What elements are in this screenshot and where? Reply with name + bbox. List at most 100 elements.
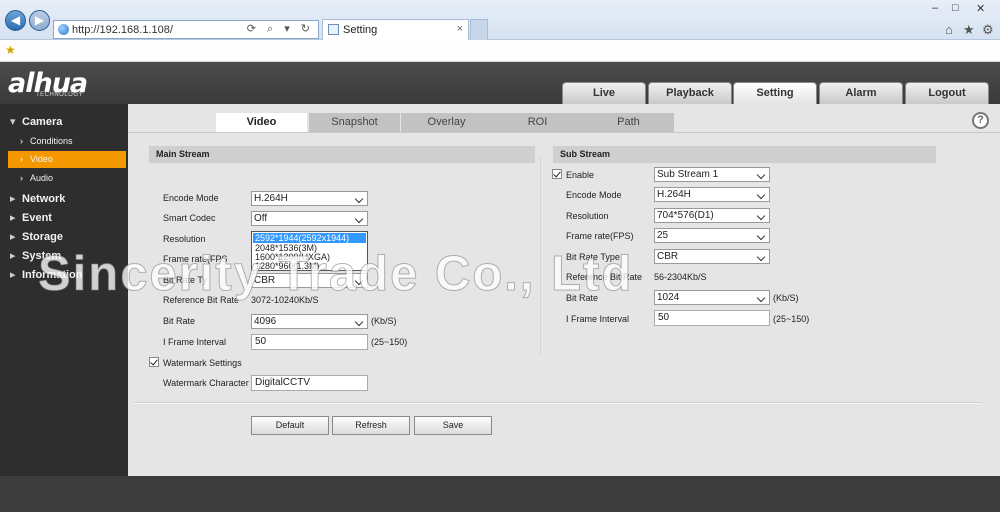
expand-icon: ▸ — [10, 250, 16, 262]
app-header: alhua TECHNOLOGY Live Playback Setting A… — [0, 62, 1000, 104]
bit-rate-select[interactable]: 4096 — [251, 314, 368, 329]
smart-codec-select[interactable]: Off — [251, 211, 368, 226]
enable-checkbox[interactable] — [552, 169, 562, 179]
chevron-down-icon — [355, 315, 365, 328]
globe-icon — [58, 24, 69, 35]
chevron-right-icon: › — [20, 136, 23, 146]
gear-icon[interactable]: ⚙ — [982, 22, 994, 38]
sub-i-frame-interval-label: I Frame Interval — [566, 314, 630, 324]
sub-bit-rate-label: Bit Rate — [566, 293, 599, 303]
sidebar-item-event[interactable]: ▸ Event — [0, 209, 128, 227]
address-tools-icon[interactable]: ⟳ ⌕ ▾ ↻ — [247, 22, 314, 36]
resolution-label: Resolution — [163, 234, 206, 244]
expand-icon: ▸ — [10, 212, 16, 224]
chevron-down-icon — [355, 192, 365, 205]
maximize-icon[interactable]: □ — [952, 2, 959, 14]
back-button[interactable]: ◀ — [5, 10, 26, 31]
sub-reference-bit-rate-value: 56-2304Kb/S — [654, 272, 707, 282]
encode-mode-label: Encode Mode — [163, 193, 219, 203]
sub-resolution-label: Resolution — [566, 211, 609, 221]
sub-stream-select[interactable]: Sub Stream 1 — [654, 167, 770, 182]
reference-bit-rate-value: 3072-10240Kb/S — [251, 295, 319, 305]
bit-rate-type-label: Bit Rate Ty — [163, 275, 207, 285]
sidebar-item-label: Network — [22, 193, 66, 205]
reference-bit-rate-label: Reference Bit Rate — [163, 295, 240, 305]
sidebar-item-system[interactable]: ▸ System — [0, 247, 128, 265]
sub-bit-rate-select[interactable]: 1024 — [654, 290, 770, 305]
enable-label: Enable — [566, 170, 595, 180]
close-window-icon[interactable]: ✕ — [976, 2, 985, 15]
sub-reference-bit-rate-label: Reference Bit Rate — [566, 272, 643, 282]
sub-resolution-select[interactable]: 704*576(D1) — [654, 208, 770, 223]
sub-bit-rate-value: 1024 — [657, 292, 680, 303]
sub-i-frame-interval-input[interactable]: 50 — [654, 310, 770, 326]
sub-frame-rate-label: Frame rate(FPS) — [566, 231, 634, 241]
sidebar-sub-video[interactable]: › Video — [8, 151, 126, 168]
tab-path[interactable]: Path — [583, 113, 674, 132]
tab-close-icon[interactable]: × — [457, 23, 463, 35]
sidebar-item-camera[interactable]: ▾ Camera — [0, 113, 128, 131]
sub-bit-rate-unit: (Kb/S) — [773, 293, 799, 303]
i-frame-range: (25~150) — [371, 337, 408, 347]
star-icon[interactable]: ★ — [963, 22, 975, 38]
chevron-down-icon — [355, 212, 365, 225]
bit-rate-label: Bit Rate — [163, 316, 196, 326]
browser-tab[interactable]: Setting × — [322, 19, 469, 40]
sidebar-item-label: Information — [22, 269, 83, 281]
address-bar[interactable]: http://192.168.1.108/ ⟳ ⌕ ▾ ↻ — [53, 20, 319, 39]
sub-bit-rate-type-select[interactable]: CBR — [654, 249, 770, 264]
resolution-dropdown[interactable]: 2592*1944(2592x1944) 2048*1536(3M) 1600*… — [251, 231, 368, 271]
nav-live[interactable]: Live — [562, 82, 646, 104]
sidebar-item-storage[interactable]: ▸ Storage — [0, 228, 128, 246]
save-button[interactable]: Save — [414, 416, 492, 435]
sub-resolution-value: 704*576(D1) — [657, 210, 714, 221]
frame-rate-label: Frame rate(FPS — [163, 254, 228, 264]
sub-encode-mode-select[interactable]: H.264H — [654, 187, 770, 202]
tab-snapshot[interactable]: Snapshot — [309, 113, 400, 132]
forward-button[interactable]: ▶ — [29, 10, 50, 31]
resolution-option[interactable]: 1280*960(1.3M) — [253, 261, 366, 271]
nav-playback[interactable]: Playback — [648, 82, 732, 104]
sidebar-item-network[interactable]: ▸ Network — [0, 190, 128, 208]
smart-codec-label: Smart Codec — [163, 213, 216, 223]
sidebar-item-label: Event — [22, 212, 52, 224]
logo-subtitle: TECHNOLOGY — [36, 92, 84, 98]
column-divider — [540, 156, 541, 354]
bit-rate-type-select[interactable]: CBR — [251, 273, 368, 288]
tab-roi[interactable]: ROI — [492, 113, 583, 132]
sidebar-item-label: Storage — [22, 231, 63, 243]
expand-icon: ▸ — [10, 193, 16, 205]
chevron-down-icon — [757, 250, 767, 263]
encode-mode-select[interactable]: H.264H — [251, 191, 368, 206]
sidebar-sub-conditions[interactable]: › Conditions — [0, 133, 128, 150]
sidebar-sub-audio[interactable]: › Audio — [0, 170, 128, 187]
sidebar-sub-label: Video — [30, 154, 53, 164]
sub-stream-header: Sub Stream — [553, 146, 936, 163]
default-button[interactable]: Default — [251, 416, 329, 435]
sub-bit-rate-type-label: Bit Rate Type — [566, 252, 620, 262]
new-tab-button[interactable] — [470, 19, 488, 40]
browser-chrome: ◀ ▶ http://192.168.1.108/ ⟳ ⌕ ▾ ↻ Settin… — [0, 0, 1000, 62]
tab-underline — [128, 132, 1000, 133]
nav-logout[interactable]: Logout — [905, 82, 989, 104]
refresh-button[interactable]: Refresh — [332, 416, 410, 435]
sidebar-item-information[interactable]: ▸ Information — [0, 266, 128, 284]
tab-overlay[interactable]: Overlay — [401, 113, 492, 132]
help-icon[interactable]: ? — [972, 112, 989, 129]
nav-setting[interactable]: Setting — [733, 82, 817, 104]
home-icon[interactable]: ⌂ — [945, 22, 953, 37]
sub-frame-rate-value: 25 — [657, 230, 669, 241]
tab-video[interactable]: Video — [216, 113, 307, 132]
nav-alarm[interactable]: Alarm — [819, 82, 903, 104]
chevron-down-icon — [757, 209, 767, 222]
chevron-down-icon — [355, 274, 365, 287]
sub-frame-rate-select[interactable]: 25 — [654, 228, 770, 243]
favorites-star-icon[interactable]: ★ — [5, 43, 16, 57]
watermark-character-input[interactable]: DigitalCCTV — [251, 375, 368, 391]
resolution-option[interactable]: 2592*1944(2592x1944) — [253, 233, 366, 243]
minimize-icon[interactable]: – — [932, 2, 938, 14]
tab-title: Setting — [343, 24, 378, 36]
i-frame-interval-input[interactable]: 50 — [251, 334, 368, 350]
sub-bit-rate-type-value: CBR — [657, 251, 679, 262]
watermark-checkbox[interactable] — [149, 357, 159, 367]
